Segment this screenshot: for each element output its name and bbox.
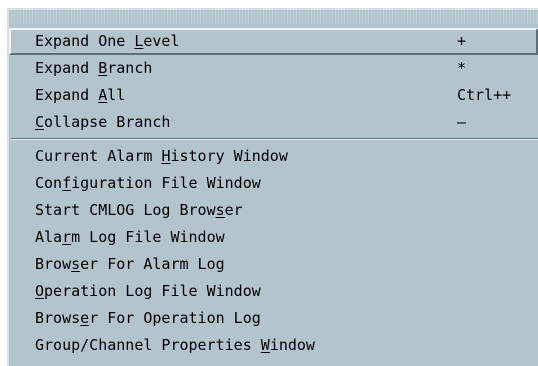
menu-item-label: Expand All <box>35 86 126 104</box>
menu-item-shortcut: + <box>457 32 467 50</box>
menu-item-label: Start CMLOG Log Browser <box>35 201 243 219</box>
menu-item-shortcut: – <box>457 113 467 131</box>
menu-item-label: Alarm Log File Window <box>35 228 225 246</box>
menu-item-label: Operation Log File Window <box>35 282 261 300</box>
menu-tear-off-strip[interactable] <box>9 10 538 24</box>
menu-item-browser-for-alarm-log[interactable]: Browser For Alarm Log <box>9 251 538 278</box>
menu-item-label: Browser For Alarm Log <box>35 255 225 273</box>
menu-item-browser-for-operation-log[interactable]: Browser For Operation Log <box>9 305 538 332</box>
menu-item-shortcut: Ctrl++ <box>457 86 512 104</box>
screen: Expand One Level + Expand Branch * Expan… <box>0 0 538 366</box>
menu-item-start-cmlog-log-browser[interactable]: Start CMLOG Log Browser <box>9 197 538 224</box>
menu-item-expand-branch[interactable]: Expand Branch * <box>9 55 538 82</box>
menu-item-alarm-log-file-window[interactable]: Alarm Log File Window <box>9 224 538 251</box>
menu-item-label: Current Alarm History Window <box>35 147 288 165</box>
menu-separator <box>11 138 538 140</box>
context-menu: Expand One Level + Expand Branch * Expan… <box>7 8 538 366</box>
menu-item-configuration-file-window[interactable]: Configuration File Window <box>9 170 538 197</box>
menu-item-operation-log-file-window[interactable]: Operation Log File Window <box>9 278 538 305</box>
menu-item-shortcut: * <box>457 59 467 77</box>
menu-item-label: Expand Branch <box>35 59 153 77</box>
menu-item-label: Configuration File Window <box>35 174 261 192</box>
menu-item-label: Collapse Branch <box>35 113 171 131</box>
menu-item-label: Browser For Operation Log <box>35 309 261 327</box>
menu-item-collapse-branch[interactable]: Collapse Branch – <box>9 109 538 136</box>
menu-item-expand-all[interactable]: Expand All Ctrl++ <box>9 82 538 109</box>
menu-item-group-channel-properties-window[interactable]: Group/Channel Properties Window <box>9 332 538 359</box>
menu-item-label: Expand One Level <box>35 32 180 50</box>
menu-item-label: Group/Channel Properties Window <box>35 336 315 354</box>
menu-item-expand-one-level[interactable]: Expand One Level + <box>9 28 538 55</box>
menu-item-current-alarm-history-window[interactable]: Current Alarm History Window <box>9 143 538 170</box>
